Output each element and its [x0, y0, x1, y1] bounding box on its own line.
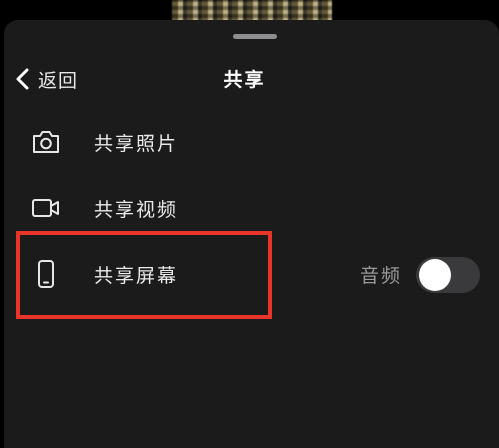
share-screen: 返回 共享 共享照片 共享视频 共享屏幕 音频 [0, 0, 499, 448]
video-camera-icon [28, 190, 64, 226]
toggle-knob [419, 259, 451, 291]
share-bottom-sheet: 返回 共享 共享照片 共享视频 共享屏幕 音频 [4, 20, 499, 448]
share-photo-label: 共享照片 [94, 132, 179, 155]
audio-label: 音频 [360, 265, 403, 287]
share-video-option[interactable]: 共享视频 [28, 188, 178, 228]
audio-toggle[interactable] [416, 257, 480, 293]
share-photo-option[interactable]: 共享照片 [28, 122, 178, 162]
highlight-annotation-box [16, 231, 272, 319]
sheet-title: 共享 [223, 69, 266, 91]
sheet-drag-handle[interactable] [233, 34, 277, 39]
camera-icon [28, 124, 64, 160]
share-video-label: 共享视频 [94, 198, 179, 221]
